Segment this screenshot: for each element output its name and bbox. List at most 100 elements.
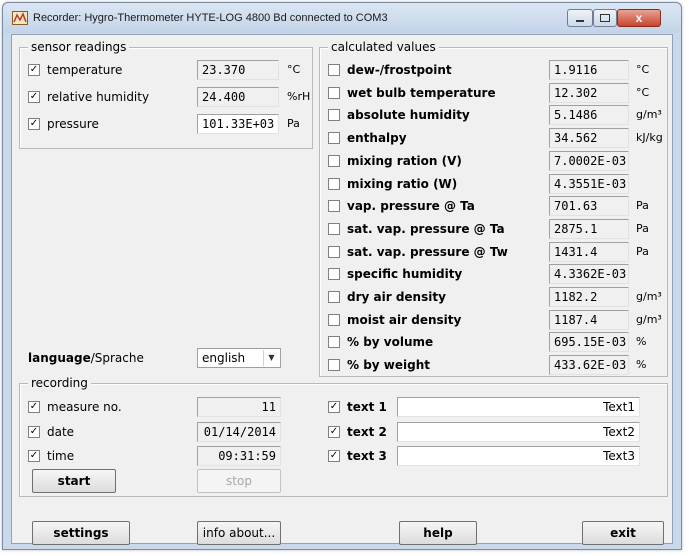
calc-checkbox[interactable] xyxy=(328,64,340,76)
text-input[interactable]: Text2 xyxy=(397,421,640,442)
sensor-unit: Pa xyxy=(287,117,300,130)
calc-row: enthalpy xyxy=(328,128,407,148)
window-title: Recorder: Hygro-Thermometer HYTE-LOG 480… xyxy=(33,12,388,24)
calc-unit: Pa xyxy=(636,199,649,213)
sensor-readings-label: sensor readings xyxy=(28,40,130,54)
calc-unit: % xyxy=(636,335,647,349)
calc-checkbox[interactable] xyxy=(328,313,340,326)
calc-label: enthalpy xyxy=(347,131,407,146)
calc-label: dew-/frostpoint xyxy=(347,63,452,77)
calc-label: dry air density xyxy=(347,290,446,304)
calc-row: specific humidity xyxy=(328,264,462,284)
calc-unit: Pa xyxy=(636,221,649,235)
calc-row: wet bulb temperature xyxy=(328,83,496,103)
recording-row: ✓ measure no. xyxy=(28,397,122,417)
chevron-down-icon[interactable]: ▼ xyxy=(263,350,279,366)
sensor-label: relative humidity xyxy=(47,90,150,104)
calc-row: dry air density xyxy=(328,287,446,307)
calc-label: vap. pressure @ Ta xyxy=(347,199,475,214)
calc-row: mixing ration (V) xyxy=(328,151,462,171)
language-select[interactable]: english ▼ xyxy=(197,348,281,368)
recording-value: 09:31:59 xyxy=(197,446,281,466)
text-row: ✓ text 2 xyxy=(328,422,387,442)
sensor-checkbox[interactable]: ✓ xyxy=(28,64,40,76)
exit-button[interactable]: exit xyxy=(582,521,664,545)
language-selected-value: english xyxy=(202,351,246,365)
text-input[interactable]: Text3 xyxy=(397,446,640,466)
help-button[interactable]: help xyxy=(399,521,477,545)
stop-button[interactable]: stop xyxy=(197,469,281,493)
settings-button[interactable]: settings xyxy=(32,521,130,545)
calc-label: % by volume xyxy=(347,335,434,350)
calc-value: 4.3362E-03 xyxy=(549,264,629,285)
sensor-label: temperature xyxy=(47,63,123,77)
maximize-button[interactable] xyxy=(593,9,617,27)
language-label-rest: /Sprache xyxy=(90,351,144,365)
calc-label: sat. vap. pressure @ Tw xyxy=(347,244,508,259)
calc-row: dew-/frostpoint xyxy=(328,60,452,80)
title-bar[interactable]: Recorder: Hygro-Thermometer HYTE-LOG 480… xyxy=(3,3,681,33)
calc-checkbox[interactable] xyxy=(328,86,340,99)
text-checkbox[interactable]: ✓ xyxy=(328,450,340,462)
close-button[interactable]: x xyxy=(617,9,661,27)
calc-row: mixing ratio (W) xyxy=(328,174,457,194)
calc-unit: °C xyxy=(636,63,650,76)
sensor-label: pressure xyxy=(47,117,99,131)
recording-value: 11 xyxy=(197,397,281,417)
calc-value: 1.9116 xyxy=(549,60,629,80)
calc-value: 5.1486 xyxy=(549,105,629,126)
calc-checkbox[interactable] xyxy=(328,109,340,122)
minimize-button[interactable] xyxy=(567,9,593,27)
calc-unit: °C xyxy=(636,85,650,99)
calc-checkbox[interactable] xyxy=(328,245,340,258)
client-area: sensor readings ✓ temperature 23.370 °C ✓ rel… xyxy=(11,34,673,545)
recording-label: time xyxy=(47,449,75,463)
calc-checkbox[interactable] xyxy=(328,336,340,349)
calc-checkbox[interactable] xyxy=(328,154,340,167)
text-row: ✓ text 3 xyxy=(328,446,387,466)
calc-checkbox[interactable] xyxy=(328,132,340,145)
calc-row: sat. vap. pressure @ Tw xyxy=(328,242,508,262)
calc-unit: g/m³ xyxy=(636,108,662,122)
sensor-row: ✓ temperature xyxy=(28,60,122,80)
sensor-unit: °C xyxy=(287,63,301,76)
text-label: text 3 xyxy=(347,449,387,463)
start-button[interactable]: start xyxy=(32,469,116,493)
text-checkbox[interactable]: ✓ xyxy=(328,401,340,413)
language-label: language/Sprache xyxy=(28,348,144,368)
calc-value: 1182.2 xyxy=(549,287,629,307)
calc-value: 34.562 xyxy=(549,128,629,149)
app-icon xyxy=(12,11,28,25)
sensor-row: ✓ pressure xyxy=(28,114,99,134)
info-about-button[interactable]: info about... xyxy=(197,521,281,545)
recording-row: ✓ date xyxy=(28,422,74,442)
app-window: Recorder: Hygro-Thermometer HYTE-LOG 480… xyxy=(2,2,682,550)
calc-value: 2875.1 xyxy=(549,218,629,239)
language-label-bold: language xyxy=(28,351,91,365)
text-label: text 1 xyxy=(347,400,387,414)
calc-label: moist air density xyxy=(347,312,462,327)
sensor-value: 23.370 xyxy=(197,60,279,80)
sensor-unit: %rH xyxy=(287,90,311,103)
text-input[interactable]: Text1 xyxy=(397,397,640,417)
sensor-row: ✓ relative humidity xyxy=(28,87,149,107)
calc-label: sat. vap. pressure @ Ta xyxy=(347,221,505,236)
recording-checkbox[interactable]: ✓ xyxy=(28,401,40,413)
calc-checkbox[interactable] xyxy=(328,200,340,213)
sensor-checkbox[interactable]: ✓ xyxy=(28,118,40,130)
calc-checkbox[interactable] xyxy=(328,359,340,372)
calc-value: 7.0002E-03 xyxy=(549,150,629,171)
text-row: ✓ text 1 xyxy=(328,397,387,417)
calc-checkbox[interactable] xyxy=(328,177,340,190)
text-label: text 2 xyxy=(347,424,387,439)
calc-value: 701.63 xyxy=(549,196,629,217)
calc-value: 1187.4 xyxy=(549,309,629,330)
text-checkbox[interactable]: ✓ xyxy=(328,425,340,438)
recording-checkbox[interactable]: ✓ xyxy=(28,425,40,438)
calc-value: 4.3551E-03 xyxy=(549,173,629,194)
calc-checkbox[interactable] xyxy=(328,291,340,303)
calc-checkbox[interactable] xyxy=(328,222,340,235)
sensor-checkbox[interactable]: ✓ xyxy=(28,91,40,103)
recording-checkbox[interactable]: ✓ xyxy=(28,450,40,462)
calc-checkbox[interactable] xyxy=(328,268,340,281)
